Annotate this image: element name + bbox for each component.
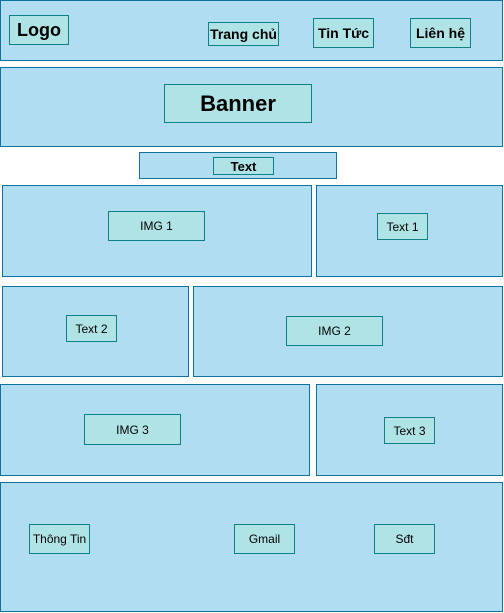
text-bar-box: Text (213, 157, 274, 175)
text-2-box: Text 2 (66, 315, 117, 342)
banner-box: Banner (164, 84, 312, 123)
logo-box: Logo (9, 15, 69, 45)
footer-item-sdt[interactable]: Sđt (374, 524, 435, 554)
nav-item-tin-tuc[interactable]: Tin Tức (313, 18, 374, 48)
footer-item-gmail[interactable]: Gmail (234, 524, 295, 554)
text-1-box: Text 1 (377, 213, 428, 240)
img-3-placeholder: IMG 3 (84, 414, 181, 445)
img-2-placeholder: IMG 2 (286, 316, 383, 346)
text-3-box: Text 3 (384, 417, 435, 444)
nav-item-lien-he[interactable]: Liên hệ (410, 18, 471, 48)
footer-item-thong-tin[interactable]: Thông Tin (29, 524, 90, 554)
img-1-placeholder: IMG 1 (108, 211, 205, 241)
nav-item-trang-chu[interactable]: Trang chủ (208, 22, 279, 46)
